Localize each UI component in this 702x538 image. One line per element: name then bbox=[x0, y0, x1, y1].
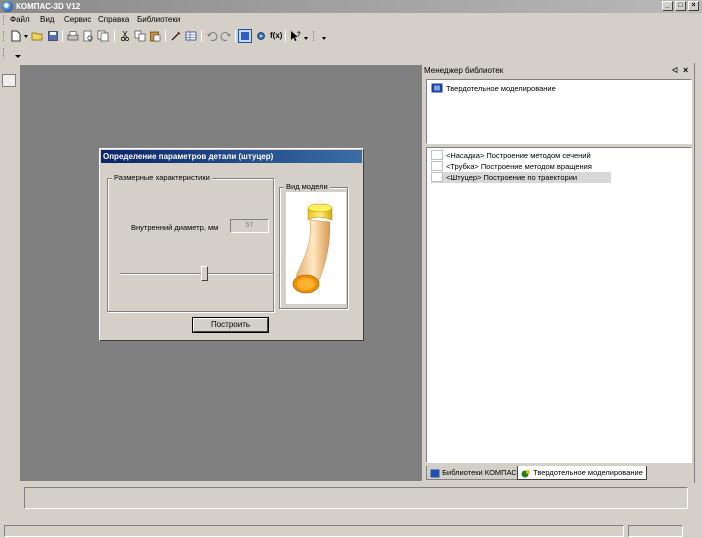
menu-help[interactable]: Справка bbox=[98, 15, 129, 25]
print-icon[interactable] bbox=[67, 30, 79, 42]
dialog-title: Определение параметров детали (штуцер) bbox=[101, 150, 362, 163]
menu-service[interactable]: Сервис bbox=[64, 15, 91, 25]
tab-label: Библиотеки КОМПАС bbox=[442, 468, 517, 477]
minimize-button[interactable]: _ bbox=[662, 1, 673, 11]
copy-preview-icon[interactable] bbox=[97, 30, 109, 42]
close-button[interactable]: × bbox=[688, 1, 699, 11]
dropdown-arrow-icon[interactable] bbox=[23, 30, 29, 42]
menu-view[interactable]: Вид bbox=[40, 15, 54, 25]
menu-bar: Файл Вид Сервис Справка Библиотеки bbox=[0, 13, 702, 27]
help-cursor-icon[interactable]: ? bbox=[290, 30, 302, 42]
tab-solid-modeling[interactable]: Твердотельное моделирование bbox=[517, 466, 647, 480]
command-input-area[interactable] bbox=[24, 487, 688, 509]
menu-grip[interactable] bbox=[3, 15, 6, 25]
model-preview-label: Вид модели bbox=[284, 182, 330, 191]
svg-text:?: ? bbox=[297, 32, 301, 38]
table-icon[interactable] bbox=[185, 30, 197, 42]
toolbar-overflow-icon[interactable] bbox=[303, 30, 309, 42]
solid-modeling-tab-icon bbox=[521, 469, 530, 478]
library-commands-list: <Насадка> Построение методом сечений <Тр… bbox=[426, 147, 692, 463]
properties-icon[interactable] bbox=[170, 30, 182, 42]
cut-icon[interactable] bbox=[119, 30, 131, 42]
right-border bbox=[694, 63, 702, 483]
library-manager-title: Менеджер библиотек bbox=[424, 66, 504, 75]
build-button[interactable]: Построить bbox=[192, 317, 269, 333]
menu-file[interactable]: Файл bbox=[10, 15, 30, 25]
menu-libraries[interactable]: Библиотеки bbox=[137, 15, 180, 25]
item-checkbox bbox=[431, 150, 443, 160]
app-icon[interactable] bbox=[2, 1, 13, 12]
variables-icon[interactable]: f(x) bbox=[270, 30, 282, 42]
diameter-label: Внутренний диаметр, мм bbox=[131, 223, 219, 232]
library-tree: Твердотельное моделирование bbox=[426, 79, 692, 144]
tab-kompas-libraries[interactable]: Библиотеки КОМПАС bbox=[426, 466, 521, 480]
window-title: КОМПАС-3D V12 bbox=[16, 2, 81, 11]
diameter-field[interactable]: 57 bbox=[230, 219, 269, 233]
pin-icon[interactable]: ᐊ bbox=[672, 65, 678, 77]
redo-icon[interactable] bbox=[220, 30, 232, 42]
list-item-label: <Штуцер> Построение по траектории bbox=[446, 173, 578, 182]
list-item-trubka[interactable]: <Трубка> Построение методом вращения bbox=[431, 161, 592, 172]
diameter-slider-track[interactable] bbox=[120, 273, 273, 275]
list-item-nasadka[interactable]: <Насадка> Построение методом сечений bbox=[431, 150, 591, 161]
standard-toolbar: f(x) ? bbox=[0, 27, 702, 45]
tab-label: Твердотельное моделирование bbox=[533, 468, 643, 477]
chevron-down-icon[interactable] bbox=[14, 52, 22, 60]
compact-panel-tab[interactable] bbox=[2, 74, 16, 87]
tree-item-solid-modeling[interactable]: Твердотельное моделирование bbox=[431, 83, 556, 94]
list-item-label: <Насадка> Построение методом сечений bbox=[446, 151, 591, 160]
dimensions-group-label: Размерные характеристики bbox=[112, 173, 212, 182]
save-icon[interactable] bbox=[47, 30, 59, 42]
status-cell bbox=[628, 525, 683, 537]
new-document-icon[interactable] bbox=[10, 30, 22, 42]
list-item-label: <Трубка> Построение методом вращения bbox=[446, 162, 592, 171]
status-bar bbox=[0, 522, 702, 538]
copy-icon[interactable] bbox=[134, 30, 146, 42]
libraries-tab-icon bbox=[430, 469, 440, 478]
diameter-slider-thumb[interactable] bbox=[200, 266, 208, 281]
undo-icon[interactable] bbox=[206, 30, 218, 42]
settings-icon[interactable] bbox=[255, 30, 267, 42]
print-preview-icon[interactable] bbox=[82, 30, 94, 42]
fitting-model-image bbox=[286, 192, 346, 304]
dimensions-groupbox bbox=[107, 178, 274, 312]
left-dock-strip bbox=[0, 62, 20, 482]
status-message bbox=[4, 525, 624, 537]
title-bar: КОМПАС-3D V12 _ □ × bbox=[0, 0, 702, 13]
part-parameters-dialog: Определение параметров детали (штуцер) Р… bbox=[99, 148, 364, 341]
toolbar-grip-2[interactable] bbox=[313, 31, 316, 41]
tree-item-label: Твердотельное моделирование bbox=[446, 84, 556, 93]
paste-icon[interactable] bbox=[149, 30, 161, 42]
secondary-toolbar-grip[interactable] bbox=[3, 48, 6, 58]
close-panel-icon[interactable]: × bbox=[683, 64, 688, 76]
library-manager-icon[interactable] bbox=[238, 29, 252, 43]
toolbar-grip[interactable] bbox=[3, 31, 6, 41]
library-manager-panel: Менеджер библиотек ᐊ × Твердотельное мод… bbox=[422, 63, 694, 482]
command-bar bbox=[20, 483, 692, 513]
item-checkbox bbox=[431, 161, 443, 171]
library-icon bbox=[431, 83, 443, 93]
maximize-button[interactable]: □ bbox=[675, 1, 686, 11]
item-checkbox bbox=[431, 172, 443, 182]
list-item-shtutser[interactable]: <Штуцер> Построение по траектории bbox=[431, 172, 611, 183]
secondary-toolbar bbox=[0, 45, 25, 62]
open-icon[interactable] bbox=[31, 30, 43, 42]
toolbar-overflow-icon-2[interactable] bbox=[321, 30, 327, 42]
